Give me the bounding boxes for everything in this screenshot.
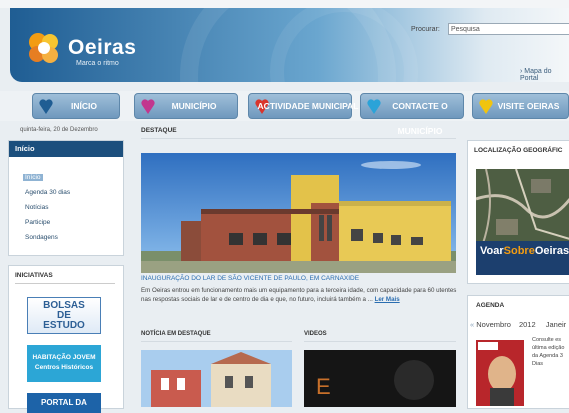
nav-label: MUNICÍPIO [171, 101, 217, 111]
banner-line: ESTUDO [43, 320, 85, 331]
aerial-map-image [476, 169, 569, 275]
nav-municipio-button[interactable]: MUNICÍPIO [134, 93, 238, 119]
banner-line: HABITAÇÃO JOVEM [32, 354, 96, 361]
search-input[interactable] [448, 23, 569, 35]
sidebar-item-current[interactable]: Início [23, 174, 43, 181]
localizacao-geografica-panel: LOCALIZAÇÃO GEOGRÁFIC VoarSobreOeiras [467, 140, 569, 284]
nav-visite-oeiras-button[interactable]: VISITE OEIRAS [472, 93, 569, 119]
agenda-title: AGENDA [476, 302, 505, 309]
news-thumbnail[interactable] [141, 350, 292, 407]
heart-icon [141, 99, 155, 114]
destaque-title: DESTAQUE [141, 127, 177, 134]
nav-label: INÍCIO [71, 101, 97, 111]
heart-icon [367, 99, 381, 114]
featured-news-photo[interactable] [141, 153, 456, 273]
sidebar-item-agenda[interactable]: Agenda 30 dias [25, 189, 70, 196]
nav-actividade-municipal-button[interactable]: ACTIVIDADE MUNICIPAL [248, 93, 358, 119]
nav-inicio-button[interactable]: INÍCIO [32, 93, 120, 119]
videos-title: VIDEOS [304, 331, 327, 337]
noticia-destaque-title: NOTÍCIA EM DESTAQUE [141, 331, 211, 337]
sidebar-item-sondagens[interactable]: Sondagens [25, 234, 58, 241]
iniciativas-panel: INICIATIVAS BOLSAS DE ESTUDO HABITAÇÃO J… [8, 265, 124, 413]
voar-sobre-oeiras-banner[interactable]: VoarSobreOeiras [476, 169, 569, 275]
video-thumbnail[interactable]: E [304, 350, 456, 407]
site-header: Oeiras Marca o ritmo Procurar: › Mapa do… [10, 8, 569, 82]
voar-sobre-oeiras-text: VoarSobreOeiras [480, 245, 569, 257]
sidebar-item-participe[interactable]: Participe [25, 219, 50, 226]
iniciativas-title: INICIATIVAS [15, 272, 53, 279]
brand-name[interactable]: Oeiras [68, 36, 136, 60]
video-frame-image: E [304, 350, 456, 407]
divider [304, 341, 456, 342]
sidebar-item-noticias[interactable]: Notícias [25, 204, 48, 211]
heart-icon [479, 99, 493, 114]
banner-line: Centros Históricos [34, 364, 94, 371]
site-map-link[interactable]: › Mapa do Portal [520, 68, 569, 82]
news-photo-image [141, 350, 292, 407]
brand-tagline: Marca o ritmo [76, 60, 119, 67]
sidebar-menu: Início Início Agenda 30 dias Notícias Pa… [8, 140, 124, 256]
oeiras-text: Oeiras [534, 245, 569, 257]
nav-contacte-municipio-button[interactable]: CONTACTE O MUNICÍPIO [360, 93, 464, 136]
agenda-month[interactable]: Novembro [476, 320, 511, 329]
sidebar-title: Início [9, 141, 123, 157]
oeiras-logo-icon[interactable] [26, 30, 62, 66]
agenda-next-month[interactable]: Janeir [546, 320, 566, 329]
agenda-calendar-nav: « Novembro 2012 Janeir [470, 320, 566, 329]
search-label: Procurar: [411, 26, 440, 33]
header-swirl-decoration [270, 8, 418, 82]
agenda-cover-art [476, 340, 524, 406]
description-text: Em Oeiras entrou em funcionamento mais u… [141, 287, 457, 303]
svg-text:E: E [316, 374, 331, 399]
sobre-text: Sobre [503, 245, 535, 257]
featured-news-description: Em Oeiras entrou em funcionamento mais u… [141, 286, 459, 304]
localizacao-title: LOCALIZAÇÃO GEOGRÁFIC [474, 147, 563, 154]
prev-month-icon[interactable]: « [470, 320, 474, 329]
habitacao-jovem-banner[interactable]: HABITAÇÃO JOVEM Centros Históricos [27, 345, 101, 382]
building-photo-image [141, 153, 456, 273]
featured-news-caption-link[interactable]: INAUGURAÇÃO DO LAR DE SÃO VICENTE DE PAU… [141, 275, 359, 282]
browser-top-strip [0, 0, 569, 8]
portal-banner[interactable]: PORTAL DA [27, 393, 101, 413]
agenda-year: 2012 [518, 320, 536, 329]
divider [15, 283, 115, 284]
agenda-panel: AGENDA « Novembro 2012 Janeir Consulte e… [467, 295, 569, 409]
bolsas-de-estudo-banner[interactable]: BOLSAS DE ESTUDO [27, 297, 101, 334]
divider [141, 138, 456, 139]
main-navigation: INÍCIO MUNICÍPIO ACTIVIDADE MUNICIPAL CO… [0, 91, 569, 136]
nav-label: VISITE OEIRAS [497, 101, 560, 111]
agenda-description[interactable]: Consulte es última edição da Agenda 3 Di… [532, 336, 569, 368]
divider [141, 341, 292, 342]
current-date: quinta-feira, 20 de Dezembro [20, 127, 98, 133]
agenda-cover-image[interactable] [476, 340, 524, 406]
read-more-link[interactable]: Ler Mais [375, 296, 400, 303]
nav-label: CONTACTE O MUNICÍPIO [392, 101, 448, 136]
voar-text: Voar [480, 245, 504, 257]
heart-icon [39, 99, 53, 114]
nav-label: ACTIVIDADE MUNICIPAL [257, 101, 359, 111]
